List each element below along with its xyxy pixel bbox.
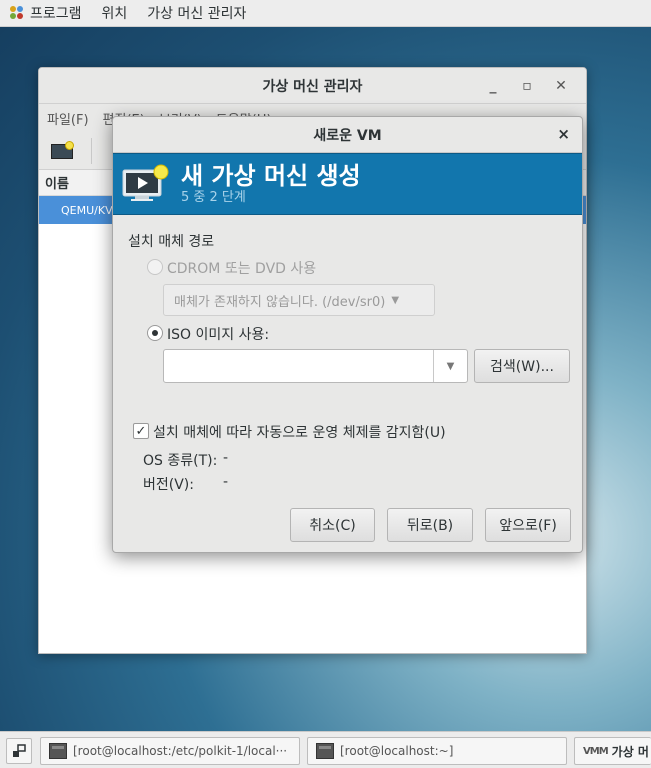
cdrom-label: CDROM 또는 DVD 사용 [167, 261, 317, 277]
wizard-banner: 새 가상 머신 생성 5 중 2 단계 [113, 153, 582, 215]
column-name-label: 이름 [45, 177, 69, 192]
os-type-label: OS 종류(T): [143, 453, 218, 469]
menu-file[interactable]: 파일(F) [47, 109, 89, 128]
dialog-title: 새로운 VM [313, 127, 382, 144]
iso-dropdown-arrow-icon[interactable]: ▼ [433, 350, 467, 382]
back-button[interactable]: 뒤로(B) [387, 508, 473, 542]
task-terminal-home[interactable]: [root@localhost:~] [307, 737, 567, 765]
applications-label: 프로그램 [30, 6, 82, 22]
minimize-icon[interactable]: _ [476, 78, 510, 94]
applications-menu[interactable]: 프로그램 [0, 0, 92, 27]
cdrom-combo-value: 매체가 존재하지 않습니다. (/dev/sr0) [174, 294, 386, 310]
chevron-down-icon: ▼ [391, 294, 400, 306]
version-label: 버전(V): [143, 477, 194, 493]
task-label: 가상 머 [611, 744, 649, 759]
main-titlebar[interactable]: 가상 머신 관리자 _ ▫ ✕ [39, 68, 586, 104]
iso-label: ISO 이미지 사용: [167, 327, 270, 343]
app-menu-label: 가상 머신 관리자 [147, 6, 247, 22]
close-icon[interactable]: ✕ [544, 78, 578, 94]
virt-manager-icon: VMM [583, 745, 609, 757]
dialog-close-icon[interactable]: × [557, 125, 570, 143]
terminal-icon [316, 743, 334, 759]
monitor-icon [122, 164, 169, 201]
show-desktop-icon [13, 744, 26, 757]
top-panel: 프로그램 위치 가상 머신 관리자 [0, 0, 651, 27]
autodetect-checkbox[interactable]: ✓ [133, 423, 149, 439]
iso-path-input[interactable] [164, 350, 429, 382]
dialog-titlebar[interactable]: 새로운 VM × [113, 117, 582, 153]
cdrom-radio[interactable] [147, 259, 163, 275]
autodetect-label: 설치 매체에 따라 자동으로 운영 체제를 감지함(U) [153, 425, 446, 441]
main-window-title: 가상 머신 관리자 [262, 78, 363, 95]
iso-path-combo[interactable]: ▼ [163, 349, 468, 383]
task-terminal-polkit[interactable]: [root@localhost:/etc/polkit-1/local··· [40, 737, 300, 765]
cancel-button[interactable]: 취소(C) [290, 508, 375, 542]
banner-title: 새 가상 머신 생성 [181, 162, 361, 190]
app-menu[interactable]: 가상 머신 관리자 [137, 0, 256, 27]
task-label: [root@localhost:/etc/polkit-1/local··· [73, 744, 288, 758]
maximize-icon[interactable]: ▫ [510, 78, 544, 94]
task-virt-manager[interactable]: VMM 가상 머 [574, 737, 651, 765]
os-type-value: - [223, 450, 229, 466]
places-label: 위치 [101, 6, 128, 22]
iso-radio[interactable] [147, 325, 163, 341]
check-icon: ✓ [135, 423, 147, 439]
terminal-icon [49, 743, 67, 759]
new-vm-icon[interactable] [51, 140, 75, 161]
bottom-taskbar: [root@localhost:/etc/polkit-1/local··· [… [0, 731, 651, 768]
task-label: [root@localhost:~] [340, 744, 454, 758]
show-desktop-button[interactable] [6, 738, 32, 764]
section-label: 설치 매체 경로 [128, 234, 215, 250]
browse-button[interactable]: 검색(W)... [474, 349, 570, 383]
new-vm-dialog: 새로운 VM × 새 가상 머신 생성 5 중 2 단계 설치 매체 경로 CD… [112, 116, 583, 553]
applications-icon [10, 6, 24, 20]
banner-step: 5 중 2 단계 [181, 190, 246, 205]
forward-button[interactable]: 앞으로(F) [485, 508, 571, 542]
cdrom-combo[interactable]: 매체가 존재하지 않습니다. (/dev/sr0) ▼ [163, 284, 435, 316]
places-menu[interactable]: 위치 [92, 0, 138, 27]
version-value: - [223, 474, 229, 490]
